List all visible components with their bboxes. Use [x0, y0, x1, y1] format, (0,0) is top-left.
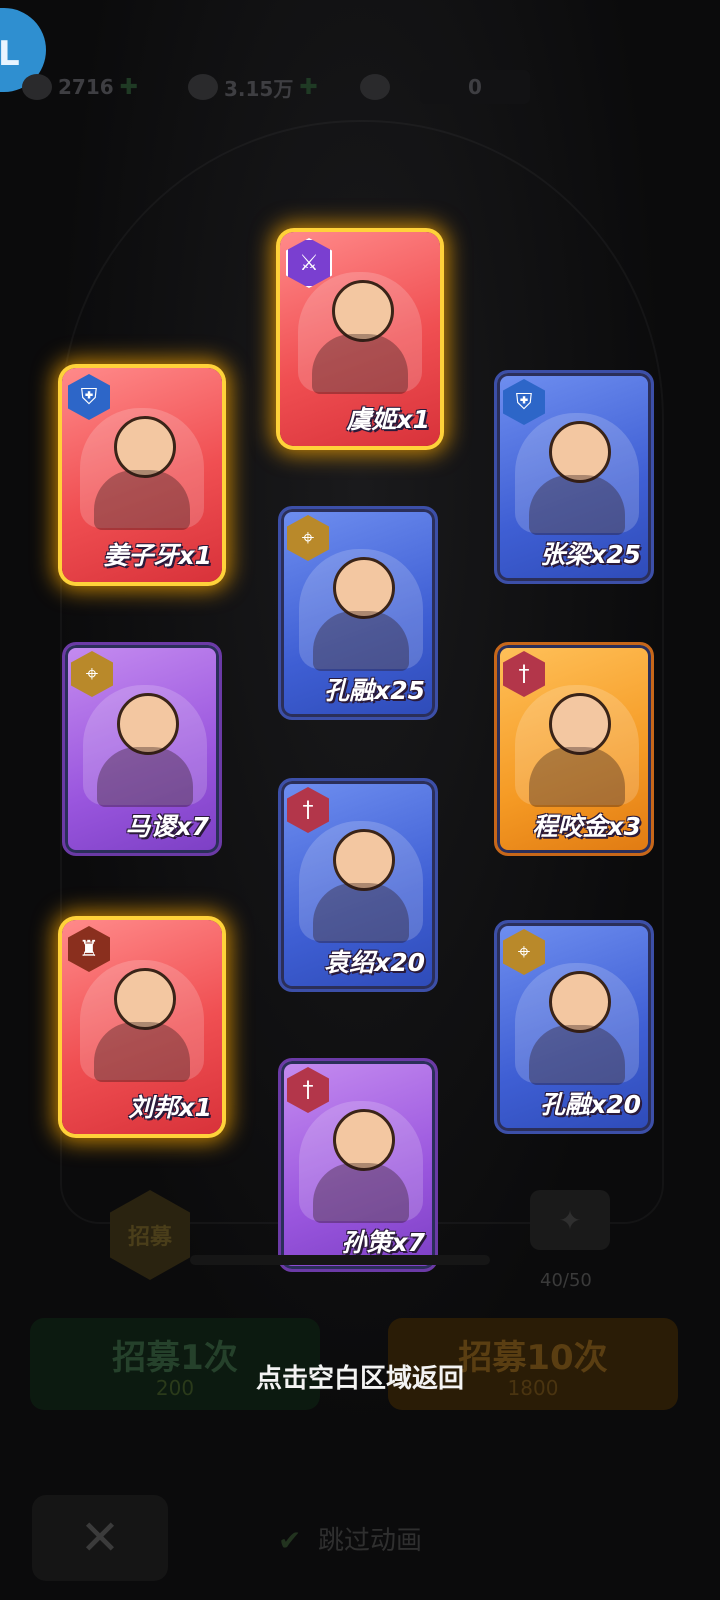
add-gems-icon[interactable]: ✚: [120, 75, 138, 100]
recruit-progress-bar: [190, 1255, 490, 1265]
hero-name: 虞姬x1: [346, 405, 430, 434]
reward-chest-icon[interactable]: ✦: [530, 1190, 610, 1250]
hero-portrait: [80, 960, 204, 1082]
crossbow-icon: ⌖: [287, 515, 329, 561]
hero-portrait: [515, 963, 639, 1085]
logo-text: L: [0, 34, 20, 74]
skip-animation-label: 跳过动画: [318, 1526, 423, 1556]
hero-name: 孙策x7: [341, 1228, 425, 1257]
close-button[interactable]: ✕: [32, 1495, 168, 1581]
token-icon: [360, 74, 390, 100]
hero-portrait: [299, 1101, 423, 1223]
hero-card-yuji[interactable]: ⚔ 虞姬x1: [280, 232, 440, 446]
hero-card-zhangliang[interactable]: ⛨ 张梁x25: [494, 370, 654, 584]
hero-card-kongrong-25[interactable]: ⌖ 孔融x25: [278, 506, 438, 720]
gems-count: 2716: [58, 75, 114, 99]
shield-icon: ⛨: [503, 379, 545, 425]
gold-count: 3.15万: [224, 76, 294, 101]
hero-card-jiangziya[interactable]: ⛨ 姜子牙x1: [62, 368, 222, 582]
hero-name: 张梁x25: [540, 540, 641, 569]
hero-portrait: [515, 685, 639, 807]
resource-gold: 3.15万 ✚: [188, 70, 318, 104]
hero-name: 孔融x25: [324, 676, 425, 705]
tap-blank-to-return-hint[interactable]: 点击空白区域返回: [0, 1358, 720, 1395]
hero-portrait: [80, 408, 204, 530]
shield-icon: ⛨: [68, 374, 110, 420]
hero-card-chengyaojin[interactable]: † 程咬金x3: [494, 642, 654, 856]
hero-card-masu[interactable]: ⌖ 马谡x7: [62, 642, 222, 856]
hero-name: 姜子牙x1: [103, 541, 212, 570]
hero-name: 马谡x7: [125, 812, 209, 841]
sword-icon: †: [287, 787, 329, 833]
hero-name: 刘邦x1: [128, 1093, 212, 1122]
hero-card-liubang[interactable]: ♜ 刘邦x1: [62, 920, 222, 1134]
hero-card-yuanshao[interactable]: † 袁绍x20: [278, 778, 438, 992]
checkmark-icon: ✔: [278, 1523, 302, 1557]
sword-icon: †: [503, 651, 545, 697]
hero-portrait: [515, 413, 639, 535]
crossbow-icon: ⌖: [503, 929, 545, 975]
gold-icon: [188, 74, 218, 100]
hero-card-kongrong-20[interactable]: ⌖ 孔融x20: [494, 920, 654, 1134]
hat-icon: ♜: [68, 926, 110, 972]
add-gold-icon[interactable]: ✚: [299, 75, 317, 100]
hero-portrait: [83, 685, 207, 807]
hero-name: 孔融x20: [540, 1090, 641, 1119]
skip-animation-toggle[interactable]: ✔ 跳过动画: [278, 1520, 422, 1557]
hero-portrait: [299, 549, 423, 671]
gem-icon: [22, 74, 52, 100]
crossbow-icon: ⌖: [71, 651, 113, 697]
hero-portrait: [298, 272, 422, 394]
token-count: 0: [420, 70, 530, 104]
sword-icon: †: [287, 1067, 329, 1113]
resource-token: [360, 70, 390, 104]
hero-portrait: [299, 821, 423, 943]
hero-name: 袁绍x20: [324, 948, 425, 977]
hero-card-sunce[interactable]: † 孙策x7: [278, 1058, 438, 1272]
progress-text: 40/50: [540, 1270, 592, 1291]
resource-gems: 2716 ✚: [22, 70, 138, 104]
hero-name: 程咬金x3: [532, 812, 641, 841]
